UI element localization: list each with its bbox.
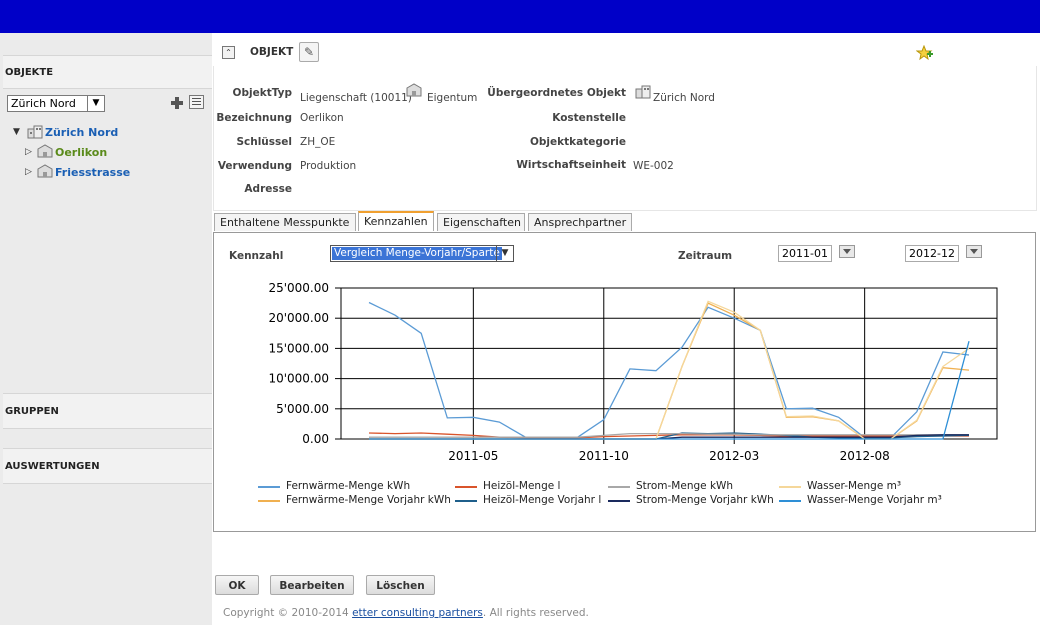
zeitraum-label: Zeitraum	[678, 250, 733, 262]
y-tick-label: 20'000.00	[268, 311, 329, 325]
x-tick-label: 2012-03	[709, 449, 759, 463]
ok-button[interactable]: OK	[215, 575, 259, 595]
building-group-icon	[27, 125, 43, 139]
legend-label: Fernwärme-Menge Vorjahr kWh	[286, 494, 451, 506]
top-banner	[0, 0, 1040, 33]
building-icon	[37, 164, 53, 178]
sidebar: OBJEKTE Zürich Nord ▼ ▼ Zürich Nord ▷ Oe…	[0, 33, 212, 625]
object-filter-select[interactable]: Zürich Nord ▼	[7, 95, 105, 112]
legend-swatch	[779, 500, 801, 502]
list-icon[interactable]	[189, 95, 204, 109]
edit-pencil-icon[interactable]: ✎	[299, 42, 319, 62]
legend-swatch	[608, 486, 630, 488]
collapse-icon[interactable]: ⌃	[222, 46, 235, 59]
tree-expand-icon[interactable]: ▼	[13, 127, 20, 137]
add-icon[interactable]	[170, 96, 184, 110]
page-title: OBJEKT	[250, 46, 294, 58]
calendar-dropdown-icon[interactable]	[966, 245, 982, 258]
y-tick-label: 5'000.00	[276, 402, 329, 416]
auswertungen-header[interactable]: AUSWERTUNGEN	[3, 448, 212, 484]
y-tick-label: 25'000.00	[268, 281, 329, 295]
x-tick-label: 2011-05	[448, 449, 498, 463]
y-tick-label: 0.00	[302, 432, 329, 446]
rights-text: . All rights reserved.	[482, 607, 589, 619]
x-tick-label: 2011-10	[579, 449, 629, 463]
plot-area	[340, 287, 998, 440]
legend-swatch	[608, 500, 630, 502]
chevron-down-icon[interactable]: ▼	[87, 96, 104, 111]
gruppen-header[interactable]: GRUPPEN	[3, 393, 212, 429]
calendar-dropdown-icon[interactable]	[839, 245, 855, 258]
company-link[interactable]: etter consulting partners	[352, 607, 483, 619]
tree-collapse-icon[interactable]: ▷	[25, 167, 32, 177]
legend-label: Fernwärme-Menge kWh	[286, 480, 411, 492]
objekte-header[interactable]: OBJEKTE	[3, 55, 212, 89]
legend-swatch	[258, 500, 280, 502]
tab-enthaltene-messpunkte[interactable]: Enthaltene Messpunkte	[214, 213, 356, 231]
legend-label: Strom-Menge Vorjahr kWh	[636, 494, 774, 506]
tab-ansprechpartner[interactable]: Ansprechpartner	[528, 213, 632, 231]
tree-item-friesstrasse[interactable]: Friesstrasse	[55, 166, 130, 179]
legend-label: Heizöl-Menge Vorjahr l	[483, 494, 602, 506]
add-favorite-icon[interactable]	[916, 45, 934, 61]
legend-label: Wasser-Menge Vorjahr m³	[807, 494, 942, 506]
tab-kennzahlen[interactable]: Kennzahlen	[358, 211, 434, 231]
kennzahl-select-value: Vergleich Menge-Vorjahr/Sparte	[332, 247, 502, 260]
y-tick-label: 10'000.00	[268, 372, 329, 386]
kennzahl-select[interactable]: Vergleich Menge-Vorjahr/Sparte ▼	[330, 245, 514, 262]
details-frame	[213, 66, 1037, 211]
footer: Copyright © 2010-2014 etter consulting p…	[223, 607, 589, 619]
legend-label: Strom-Menge kWh	[636, 480, 734, 492]
x-tick-label: 2012-08	[840, 449, 890, 463]
date-to-input[interactable]: 2012-12	[905, 245, 959, 262]
tree-collapse-icon[interactable]: ▷	[25, 147, 32, 157]
building-icon	[37, 144, 53, 158]
y-tick-label: 15'000.00	[268, 341, 329, 355]
legend-swatch	[455, 500, 477, 502]
kennzahl-label: Kennzahl	[229, 250, 284, 262]
tree-item-zuerich-nord[interactable]: Zürich Nord	[45, 126, 118, 139]
date-from-input[interactable]: 2011-01	[778, 245, 832, 262]
copyright-text: Copyright © 2010-2014	[223, 607, 353, 619]
object-header: ⌃ OBJEKT ✎	[213, 40, 1037, 66]
legend-label: Wasser-Menge m³	[807, 480, 902, 492]
tree-item-oerlikon[interactable]: Oerlikon	[55, 146, 107, 159]
legend-swatch	[258, 486, 280, 488]
loeschen-button[interactable]: Löschen	[366, 575, 435, 595]
legend-label: Heizöl-Menge l	[483, 480, 561, 492]
legend-swatch	[455, 486, 477, 488]
bearbeiten-button[interactable]: Bearbeiten	[270, 575, 354, 595]
legend-swatch	[779, 486, 801, 488]
tab-eigenschaften[interactable]: Eigenschaften	[437, 213, 525, 231]
chevron-down-icon[interactable]: ▼	[496, 246, 513, 261]
kennzahl-chart: 25'000.00 20'000.00 15'000.00 10'000.00 5'00…	[268, 281, 998, 463]
object-filter-value: Zürich Nord	[11, 97, 76, 110]
